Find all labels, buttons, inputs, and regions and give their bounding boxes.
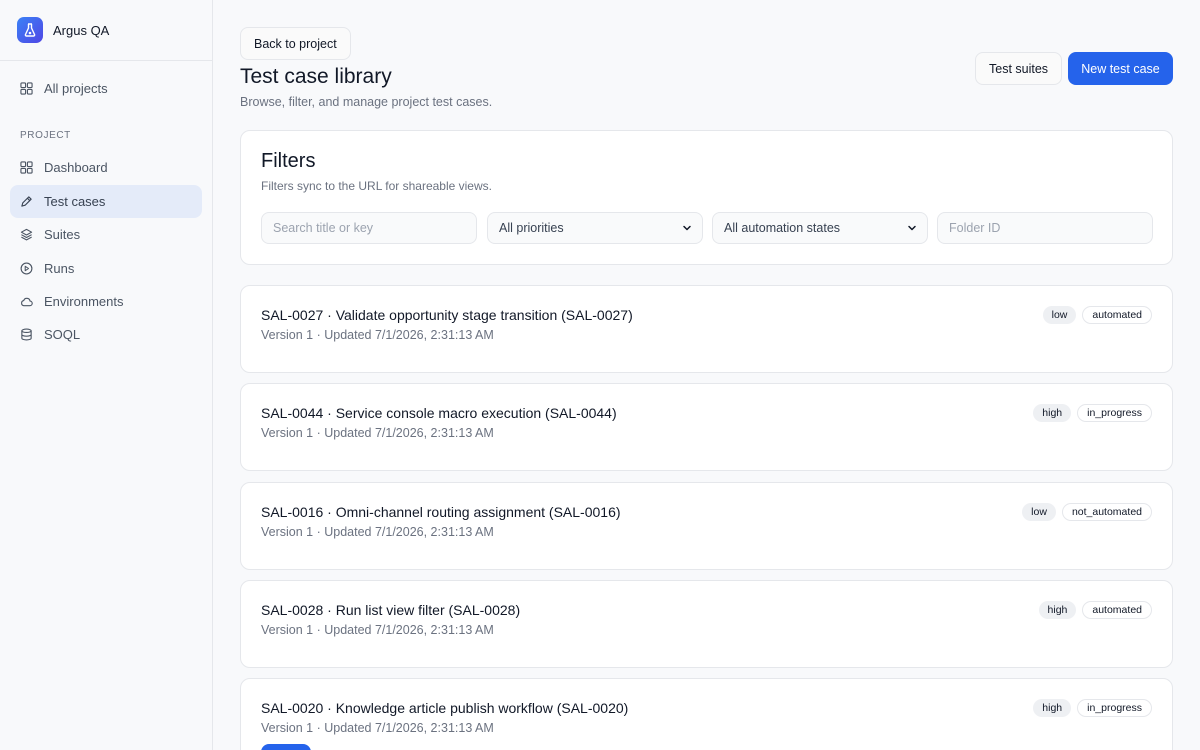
filters-subtitle: Filters sync to the URL for shareable vi… xyxy=(261,179,492,193)
automation-badge: not_automated xyxy=(1061,503,1152,521)
chevron-down-icon xyxy=(908,225,916,231)
priority-badge: high xyxy=(1038,601,1077,619)
sidebar-item-label: Runs xyxy=(44,260,75,276)
test-case-meta: Version 1 · Updated 7/1/2026, 2:31:13 AM xyxy=(261,525,494,539)
search-input[interactable]: Search title or key xyxy=(261,212,477,244)
test-case-title: SAL-0020 · Knowledge article publish wor… xyxy=(261,700,629,716)
main-content: Back to project Test case library Browse… xyxy=(213,0,1200,750)
folder-id-input[interactable]: Folder ID xyxy=(937,212,1153,244)
sidebar-item-label: Suites xyxy=(44,227,81,243)
priority-badge: low xyxy=(1022,503,1056,521)
test-case-card[interactable]: SAL-0020 · Knowledge article publish wor… xyxy=(240,678,1173,750)
sidebar-item-label: Environments xyxy=(44,293,124,309)
sidebar-item-suites[interactable]: Suites xyxy=(10,218,202,251)
sidebar-item-runs[interactable]: Runs xyxy=(10,252,202,285)
test-case-meta: Version 1 · Updated 7/1/2026, 2:31:13 AM xyxy=(261,328,494,342)
sidebar-item-all-projects[interactable]: All projects xyxy=(10,72,202,105)
test-case-meta: Version 1 · Updated 7/1/2026, 2:31:13 AM xyxy=(261,721,494,735)
sidebar-item-label: SOQL xyxy=(44,327,81,343)
test-case-card[interactable]: SAL-0044 · Service console macro executi… xyxy=(240,383,1173,471)
test-case-card[interactable]: SAL-0016 · Omni-channel routing assignme… xyxy=(240,482,1173,570)
chevron-down-icon xyxy=(683,225,691,231)
test-case-title: SAL-0016 · Omni-channel routing assignme… xyxy=(261,504,621,520)
cloud-icon xyxy=(21,297,33,307)
app-name: Argus QA xyxy=(53,22,110,38)
test-case-card[interactable]: SAL-0028 · Run list view filter (SAL-002… xyxy=(240,580,1173,668)
database-icon xyxy=(21,328,32,341)
priority-select-value: All priorities xyxy=(499,221,564,235)
priority-badge: high xyxy=(1033,404,1072,422)
automation-badge: automated xyxy=(1082,306,1152,324)
new-test-case-button[interactable]: New test case xyxy=(1068,52,1173,85)
test-case-title: SAL-0027 · Validate opportunity stage tr… xyxy=(261,307,633,323)
action-button-partial[interactable] xyxy=(261,744,311,750)
section-label: PROJECT xyxy=(20,130,71,142)
brand: Argus QA xyxy=(0,0,212,61)
automation-select-value: All automation states xyxy=(724,221,841,235)
flask-icon xyxy=(17,17,43,43)
grid-icon xyxy=(20,82,33,95)
pencil-icon xyxy=(21,196,32,207)
back-to-project-button[interactable]: Back to project xyxy=(240,27,351,60)
test-case-title: SAL-0044 · Service console macro executi… xyxy=(261,405,617,421)
sidebar-item-test-cases[interactable]: Test cases xyxy=(10,184,202,218)
priority-badge: high xyxy=(1033,699,1072,717)
sidebar-item-label: Test cases xyxy=(44,193,106,209)
test-case-title: SAL-0028 · Run list view filter (SAL-002… xyxy=(261,602,521,618)
play-circle-icon xyxy=(20,262,33,275)
priority-select[interactable]: All priorities xyxy=(487,212,703,244)
sidebar-item-label: Dashboard xyxy=(44,160,108,176)
sidebar-item-soql[interactable]: SOQL xyxy=(10,318,202,351)
test-case-meta: Version 1 · Updated 7/1/2026, 2:31:13 AM xyxy=(261,426,494,440)
page-subtitle: Browse, filter, and manage project test … xyxy=(240,95,493,109)
test-case-card[interactable]: SAL-0027 · Validate opportunity stage tr… xyxy=(240,285,1173,373)
filters-card: Filters Filters sync to the URL for shar… xyxy=(240,130,1173,265)
layers-icon xyxy=(20,229,33,241)
grid-icon xyxy=(20,161,33,175)
page-title: Test case library xyxy=(240,65,392,88)
automation-badge: in_progress xyxy=(1077,699,1152,717)
automation-select[interactable]: All automation states xyxy=(712,212,928,244)
sidebar-item-dashboard[interactable]: Dashboard xyxy=(10,151,202,184)
automation-badge: in_progress xyxy=(1077,404,1152,422)
filters-title: Filters xyxy=(261,150,316,172)
test-case-meta: Version 1 · Updated 7/1/2026, 2:31:13 AM xyxy=(261,623,494,637)
test-suites-button[interactable]: Test suites xyxy=(975,52,1063,85)
sidebar-item-environments[interactable]: Environments xyxy=(10,285,202,318)
sidebar: Argus QA All projects PROJECT Dashboard … xyxy=(0,0,213,750)
priority-badge: low xyxy=(1042,306,1077,324)
sidebar-item-label: All projects xyxy=(44,81,108,96)
automation-badge: automated xyxy=(1082,601,1152,619)
